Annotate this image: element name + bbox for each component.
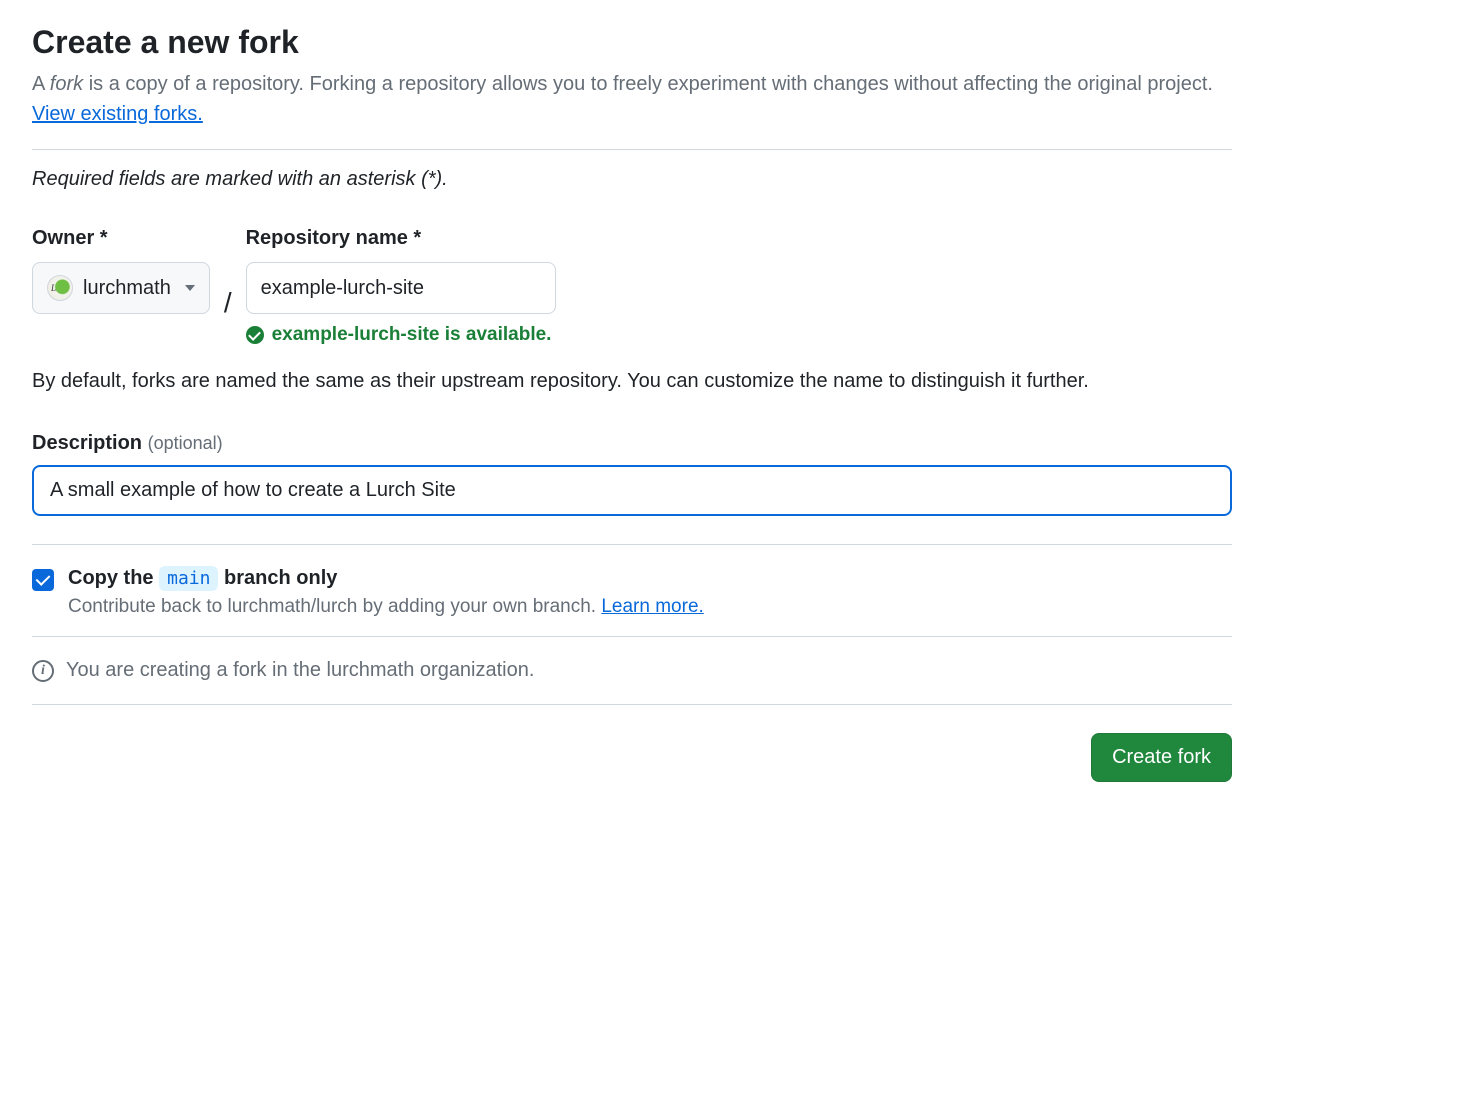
- availability-status: example-lurch-site is available.: [246, 324, 556, 346]
- check-circle-icon: [246, 326, 264, 344]
- info-text: You are creating a fork in the lurchmath…: [66, 659, 534, 682]
- owner-avatar: L: [47, 275, 73, 301]
- divider: [32, 149, 1232, 150]
- required-fields-note: Required fields are marked with an aster…: [32, 168, 1232, 191]
- create-fork-button[interactable]: Create fork: [1091, 733, 1232, 782]
- view-existing-forks-link[interactable]: View existing forks.: [32, 103, 203, 125]
- fork-name-help-text: By default, forks are named the same as …: [32, 366, 1232, 396]
- description-label: Description (optional): [32, 432, 1232, 455]
- page-title: Create a new fork: [32, 24, 1232, 61]
- optional-text: (optional): [148, 433, 223, 453]
- info-icon: i: [32, 660, 54, 682]
- chevron-down-icon: [185, 285, 195, 291]
- repo-name-label: Repository name *: [246, 227, 556, 250]
- description-input[interactable]: [32, 465, 1232, 516]
- repo-name-input[interactable]: [246, 262, 556, 314]
- owner-selected-value: lurchmath: [83, 277, 171, 300]
- owner-select[interactable]: L lurchmath: [32, 262, 210, 314]
- owner-repo-separator: /: [222, 287, 234, 319]
- page-subtitle: A fork is a copy of a repository. Forkin…: [32, 69, 1232, 129]
- learn-more-link[interactable]: Learn more.: [601, 596, 703, 617]
- copy-branch-title: Copy the main branch only: [68, 567, 1232, 590]
- branch-tag: main: [159, 566, 218, 591]
- copy-branch-subtext: Contribute back to lurchmath/lurch by ad…: [68, 596, 1232, 618]
- copy-main-branch-checkbox[interactable]: [32, 569, 54, 591]
- owner-label: Owner *: [32, 227, 210, 250]
